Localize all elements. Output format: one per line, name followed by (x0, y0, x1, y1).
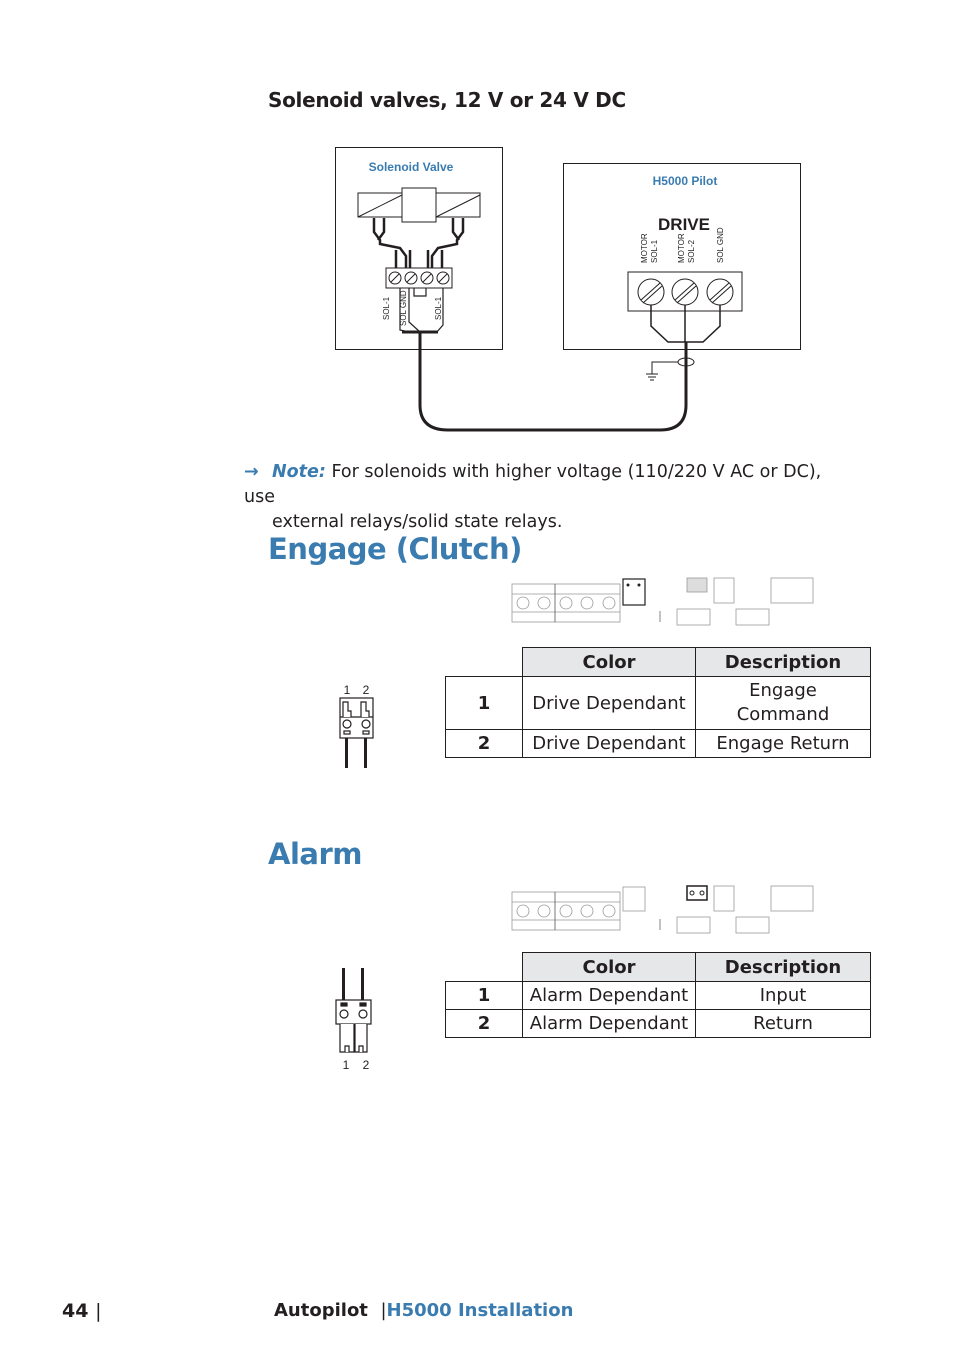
footer-separator: | (95, 1300, 102, 1322)
pin-number: 1 (445, 676, 523, 730)
valve-label-sol-gnd: SOL GND (399, 290, 408, 326)
engage-pin-1-label: 1 (344, 683, 351, 697)
solenoid-valve-title: Solenoid Valve (369, 160, 454, 174)
wire-color: Alarm Dependant (522, 981, 696, 1010)
note-text-1: For solenoids with higher voltage (110/2… (244, 462, 822, 507)
wire-color: Alarm Dependant (522, 1009, 696, 1038)
footer-section-name: Autopilot (274, 1300, 368, 1321)
valve-label-sol1-right: SOL-1 (434, 296, 443, 320)
table-header-row: Color Description (445, 952, 871, 982)
alarm-pin-1-label: 1 (343, 1058, 350, 1072)
alarm-heading: Alarm (268, 837, 362, 871)
header-color: Color (522, 952, 696, 982)
ground-icon (646, 361, 678, 381)
engage-connector-icon: 1 2 (339, 683, 374, 768)
footer-section: Autopilot |H5000 Installation (274, 1300, 573, 1321)
pin-description: Engage Command (695, 676, 871, 730)
valve-wires (372, 218, 465, 270)
table-row: 1 Drive Dependant Engage Command (445, 676, 871, 730)
alarm-connector-icon: 1 2 (335, 968, 372, 1072)
arrow-right-icon: → (244, 462, 259, 482)
wire-color: Drive Dependant (522, 729, 696, 758)
pilot-label-motor-sol1-l1: MOTOR (640, 233, 649, 263)
engage-pin-table: Color Description 1 Drive Dependant Enga… (445, 647, 871, 758)
pilot-label-motor-sol1-l2: SOL-1 (650, 239, 659, 263)
pilot-label-sol-gnd: SOL GND (716, 227, 725, 263)
wire-color: Drive Dependant (522, 676, 696, 730)
pin-description: Input (695, 981, 871, 1010)
desc-line-1: Engage (749, 680, 817, 701)
connecting-cable (418, 332, 688, 432)
valve-body (357, 187, 481, 223)
desc-line-2: Command (736, 704, 830, 725)
alarm-pin-2-label: 2 (363, 1058, 370, 1072)
header-color: Color (522, 647, 696, 677)
pin-description: Engage Return (695, 729, 871, 758)
solenoid-valve-box (335, 147, 503, 350)
drive-connector-label: DRIVE (658, 215, 710, 234)
engage-pin-2-label: 2 (363, 683, 370, 697)
alarm-pin-table: Color Description 1 Alarm Dependant Inpu… (445, 952, 871, 1038)
valve-label-sol1-left: SOL-1 (382, 296, 391, 320)
page-number: 44 | (62, 1300, 101, 1322)
note-label: Note: (272, 462, 326, 482)
table-row: 2 Drive Dependant Engage Return (445, 729, 871, 758)
engage-port-locator (511, 577, 814, 626)
header-description: Description (695, 647, 871, 677)
pin-number: 2 (445, 1009, 523, 1038)
page-number-value: 44 (62, 1300, 89, 1322)
pilot-label-motor-sol2-l1: MOTOR (677, 233, 686, 263)
table-row: 1 Alarm Dependant Input (445, 981, 871, 1010)
header-pin (445, 647, 523, 677)
valve-terminal-block (385, 267, 453, 289)
header-description: Description (695, 952, 871, 982)
note-block: → Note: For solenoids with higher voltage… (244, 460, 844, 535)
table-row: 2 Alarm Dependant Return (445, 1009, 871, 1038)
alarm-port-locator (511, 885, 814, 934)
engage-port-highlight (622, 578, 646, 606)
table-header-row: Color Description (445, 647, 871, 677)
section-subheading: Solenoid valves, 12 V or 24 V DC (268, 88, 626, 112)
note-line-1: → Note: For solenoids with higher voltage… (244, 460, 844, 510)
pin-description: Return (695, 1009, 871, 1038)
engage-heading: Engage (Clutch) (268, 532, 522, 566)
h5000-pilot-title: H5000 Pilot (653, 174, 718, 188)
pin-number: 1 (445, 981, 523, 1010)
pilot-label-motor-sol2-l2: SOL-2 (687, 239, 696, 263)
footer-document-title: H5000 Installation (386, 1300, 574, 1321)
header-pin (445, 952, 523, 982)
pin-number: 2 (445, 729, 523, 758)
solenoid-wiring-diagram: Solenoid Valve SOL-1 SOL GND SOL-1 H5000… (335, 147, 801, 432)
